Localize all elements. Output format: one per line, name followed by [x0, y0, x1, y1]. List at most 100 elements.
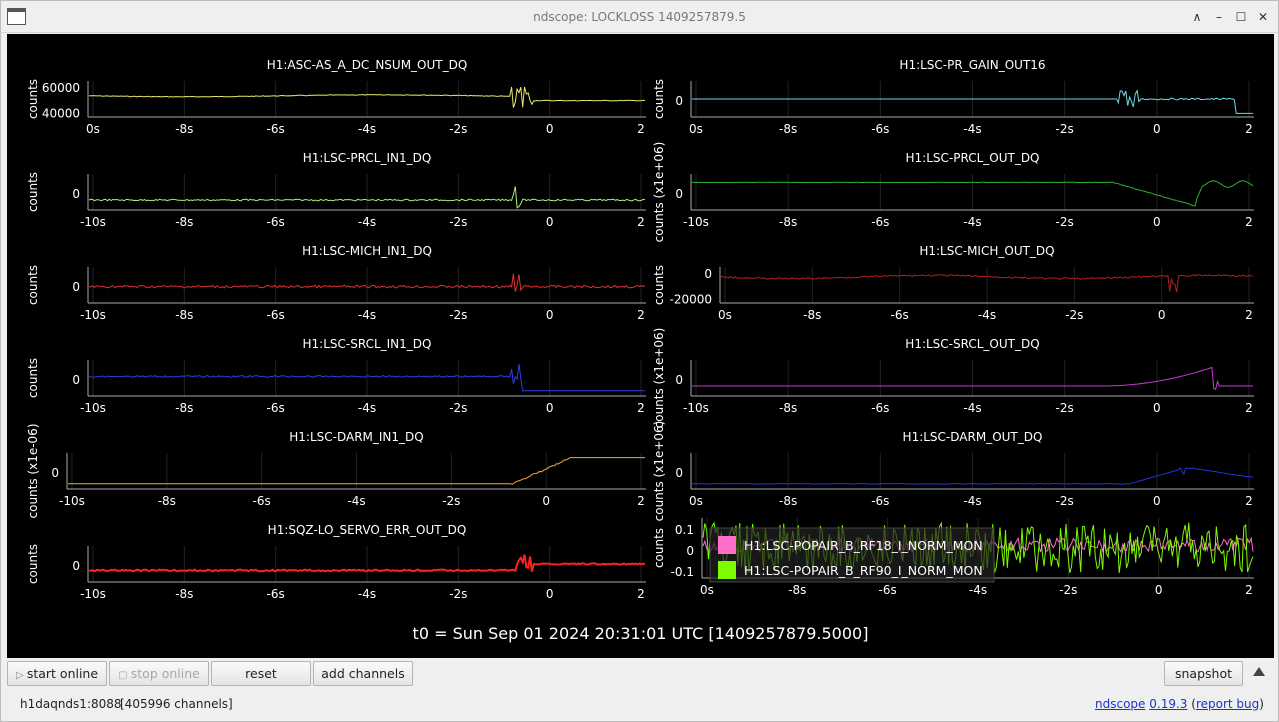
- x-tick-label: 0: [1153, 122, 1161, 136]
- x-tick-label: -6s: [871, 494, 889, 508]
- x-tick-label: -6s: [267, 308, 285, 322]
- x-tick-label: -4s: [358, 215, 376, 229]
- x-tick-label: 2: [637, 308, 645, 322]
- plot-title: H1:LSC-PR_GAIN_OUT16: [899, 58, 1045, 72]
- y-tick-label: 0: [72, 187, 80, 201]
- y-axis-label: counts: [652, 265, 666, 305]
- plot-panel: H1:LSC-MICH_IN1_DQ -10s -8s -6s -4s -2s 0 2 0 cou…: [26, 244, 646, 322]
- y-axis-label: counts: [26, 358, 40, 398]
- x-tick-label: -2s: [449, 215, 467, 229]
- plot-panel: H1:LSC-PRCL_IN1_DQ -10s -8s -6s -4s -2s 0 2 0 cou…: [26, 151, 646, 229]
- x-tick-label: 0s: [689, 494, 703, 508]
- keep-above-icon[interactable]: ∧: [1189, 9, 1205, 25]
- y-tick-label: 0: [72, 373, 80, 387]
- x-tick-label: -2s: [1059, 583, 1077, 597]
- y-tick-label: 0: [704, 267, 712, 281]
- plot-panel: H1:LSC-DARM_IN1_DQ -10s -8s -6s -4s -2s 0 2 0 cou…: [26, 423, 646, 519]
- x-tick-label: 2: [1245, 122, 1253, 136]
- plot-panel: H1:ASC-AS_A_DC_NSUM_OUT_DQ 0s -8s -6s -4s -2s…: [26, 58, 646, 136]
- y-tick-label: 40000: [42, 106, 80, 120]
- ndscope-link[interactable]: ndscope: [1095, 697, 1145, 711]
- plot-title: H1:LSC-MICH_IN1_DQ: [302, 244, 432, 258]
- control-bar: ▷ start online ▢ stop online reset add c…: [1, 659, 1278, 689]
- plot-title: H1:LSC-DARM_OUT_DQ: [903, 430, 1043, 444]
- plot-title: H1:LSC-MICH_OUT_DQ: [919, 244, 1054, 258]
- plot-panel: H1:LSC-DARM_OUT_DQ 0s -8s -6s -4s -2s 0 2 0 count…: [652, 421, 1254, 522]
- play-icon: ▷: [15, 670, 27, 681]
- x-tick-label: 2: [1245, 583, 1253, 597]
- y-tick-label: 60000: [42, 81, 80, 95]
- start-online-button[interactable]: ▷ start online: [7, 661, 107, 686]
- x-tick-label: -4s: [347, 494, 365, 508]
- x-tick-label: -8s: [788, 583, 806, 597]
- x-tick-label: -10s: [80, 587, 106, 601]
- maximize-icon[interactable]: ☐: [1233, 9, 1249, 25]
- x-tick-label: -10s: [80, 401, 106, 415]
- x-tick-label: -4s: [978, 308, 996, 322]
- x-tick-label: -4s: [358, 308, 376, 322]
- status-bar: h1daqnds1:8088 [405996 channels] ndscope…: [1, 691, 1278, 719]
- plot-panel: H1:LSC-PR_GAIN_OUT16 0s -8s -6s -4s -2s 0 2 0 cou…: [652, 58, 1254, 136]
- x-tick-label: -10s: [683, 215, 709, 229]
- x-tick-label: -2s: [1065, 308, 1083, 322]
- plot-title: H1:ASC-AS_A_DC_NSUM_OUT_DQ: [267, 58, 468, 72]
- legend-label: H1:LSC-POPAIR_B_RF90_I_NORM_MON: [744, 563, 983, 578]
- collapse-arrow-icon[interactable]: [1253, 667, 1265, 676]
- x-tick-label: -4s: [358, 587, 376, 601]
- report-bug-link[interactable]: report bug: [1196, 697, 1259, 711]
- plot-area[interactable]: H1:ASC-AS_A_DC_NSUM_OUT_DQ 0s -8s -6s -4s -2s…: [7, 34, 1274, 658]
- x-tick-label: -6s: [267, 587, 285, 601]
- y-tick-label: -0.1: [671, 565, 694, 579]
- y-axis-label: counts: [652, 79, 666, 119]
- close-icon[interactable]: ✕: [1255, 9, 1271, 25]
- x-tick-label: 0s: [86, 122, 100, 136]
- y-tick-label: 0: [675, 466, 683, 480]
- plot-panel: H1:LSC-MICH_OUT_DQ 0s -8s -6s -4s -2s 0 2 0 -2000…: [652, 244, 1254, 322]
- minimize-icon[interactable]: –: [1211, 9, 1227, 25]
- x-tick-label: 0: [546, 215, 554, 229]
- x-tick-label: 0s: [700, 583, 714, 597]
- plot-title: H1:LSC-SRCL_IN1_DQ: [303, 337, 432, 351]
- x-tick-label: -4s: [358, 122, 376, 136]
- reset-button[interactable]: reset: [211, 661, 311, 686]
- x-tick-label: 0s: [718, 308, 732, 322]
- version-link[interactable]: 0.19.3: [1149, 697, 1187, 711]
- y-tick-label: 0: [51, 466, 59, 480]
- x-tick-label: -10s: [59, 494, 85, 508]
- x-tick-label: -4s: [963, 494, 981, 508]
- x-tick-label: -8s: [803, 308, 821, 322]
- plot-panel: H1:SQZ-LO_SERVO_ERR_OUT_DQ -10s -8s -6s -4s -…: [26, 523, 646, 601]
- x-tick-label: -4s: [969, 583, 987, 597]
- x-tick-label: -4s: [963, 215, 981, 229]
- y-axis-label: counts (x1e+06): [652, 421, 666, 522]
- x-tick-label: -6s: [267, 215, 285, 229]
- x-tick-label: -6s: [879, 583, 897, 597]
- plot-panel: H1:LSC-SRCL_OUT_DQ -10s -8s -6s -4s -2s 0 2 0 cou…: [652, 328, 1254, 429]
- x-tick-label: 0: [546, 401, 554, 415]
- plot-panel: H1:LSC-SRCL_IN1_DQ -10s -8s -6s -4s -2s 0 2 0 cou…: [26, 337, 646, 415]
- plot-canvas[interactable]: H1:ASC-AS_A_DC_NSUM_OUT_DQ 0s -8s -6s -4s -2s…: [7, 34, 1274, 658]
- y-tick-label: 0: [675, 94, 683, 108]
- stop-online-button: ▢ stop online: [109, 661, 209, 686]
- x-tick-label: 2: [1245, 215, 1253, 229]
- x-tick-label: 0: [1158, 308, 1166, 322]
- y-axis-label: counts (x1e-06): [26, 423, 40, 518]
- x-tick-label: 0: [1155, 583, 1163, 597]
- x-tick-label: -8s: [779, 215, 797, 229]
- x-tick-label: -2s: [449, 308, 467, 322]
- x-tick-label: 2: [637, 122, 645, 136]
- y-axis-label: counts (x1e+06): [652, 328, 666, 429]
- x-tick-label: 0: [546, 587, 554, 601]
- y-axis-label: counts: [26, 265, 40, 305]
- add-channels-button[interactable]: add channels: [313, 661, 413, 686]
- y-axis-label: counts (x1e+06): [652, 142, 666, 243]
- x-tick-label: 0: [1153, 401, 1161, 415]
- y-tick-label: 0.1: [675, 523, 694, 537]
- snapshot-button[interactable]: snapshot: [1164, 661, 1243, 686]
- x-tick-label: -8s: [158, 494, 176, 508]
- x-tick-label: -10s: [683, 401, 709, 415]
- title-bar: ndscope: LOCKLOSS 1409257879.5 ∧ – ☐ ✕: [1, 1, 1278, 33]
- x-tick-label: 0s: [689, 122, 703, 136]
- x-tick-label: 0: [1153, 215, 1161, 229]
- x-tick-label: -2s: [449, 122, 467, 136]
